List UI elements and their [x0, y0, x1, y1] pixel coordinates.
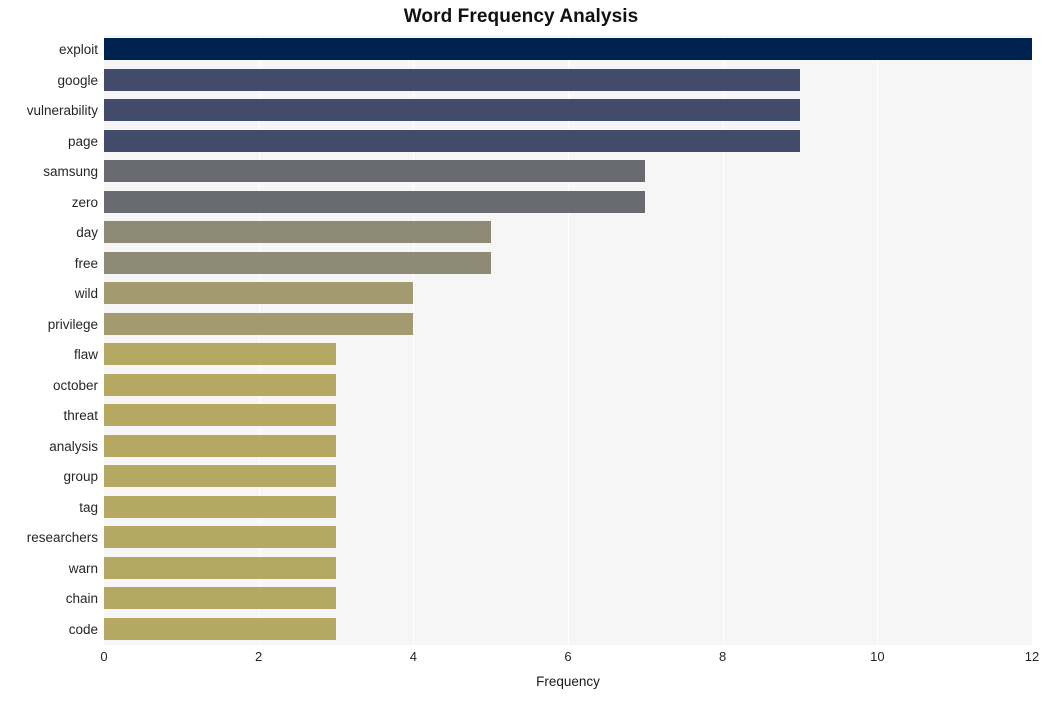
bar[interactable] — [104, 313, 413, 335]
bar-row[interactable] — [104, 157, 1032, 188]
bar[interactable] — [104, 69, 800, 91]
bar[interactable] — [104, 404, 336, 426]
chart-title: Word Frequency Analysis — [0, 6, 1042, 28]
plot-area — [104, 35, 1032, 645]
x-axis-title: Frequency — [104, 674, 1032, 689]
bar-row[interactable] — [104, 554, 1032, 585]
y-tick-label-code: code — [0, 615, 98, 646]
bar[interactable] — [104, 374, 336, 396]
bar-row[interactable] — [104, 340, 1032, 371]
bar-row[interactable] — [104, 615, 1032, 646]
bar-row[interactable] — [104, 523, 1032, 554]
bar-row[interactable] — [104, 188, 1032, 219]
x-tick-label-2: 2 — [255, 649, 262, 664]
x-tick-label-8: 8 — [719, 649, 726, 664]
bar[interactable] — [104, 130, 800, 152]
y-tick-label-free: free — [0, 249, 98, 280]
bar-row[interactable] — [104, 310, 1032, 341]
bar-row[interactable] — [104, 584, 1032, 615]
bar[interactable] — [104, 465, 336, 487]
y-tick-label-page: page — [0, 127, 98, 158]
bar[interactable] — [104, 282, 413, 304]
bar[interactable] — [104, 160, 645, 182]
bar-row[interactable] — [104, 96, 1032, 127]
bar[interactable] — [104, 618, 336, 640]
y-tick-label-chain: chain — [0, 584, 98, 615]
bar-row[interactable] — [104, 218, 1032, 249]
bar-row[interactable] — [104, 127, 1032, 158]
y-tick-label-wild: wild — [0, 279, 98, 310]
y-tick-label-october: october — [0, 371, 98, 402]
bar-row[interactable] — [104, 371, 1032, 402]
y-tick-label-google: google — [0, 66, 98, 97]
y-tick-label-analysis: analysis — [0, 432, 98, 463]
y-axis-tick-labels: exploitgooglevulnerabilitypagesamsungzer… — [0, 35, 98, 645]
bar-row[interactable] — [104, 35, 1032, 66]
bar[interactable] — [104, 252, 491, 274]
bar[interactable] — [104, 221, 491, 243]
bar[interactable] — [104, 343, 336, 365]
bar[interactable] — [104, 496, 336, 518]
bar-row[interactable] — [104, 66, 1032, 97]
bar[interactable] — [104, 435, 336, 457]
x-tick-label-0: 0 — [100, 649, 107, 664]
bar-row[interactable] — [104, 493, 1032, 524]
y-tick-label-samsung: samsung — [0, 157, 98, 188]
x-tick-label-4: 4 — [410, 649, 417, 664]
bar[interactable] — [104, 191, 645, 213]
x-axis-tick-labels: 024681012 — [104, 645, 1032, 669]
gridline — [1032, 35, 1033, 645]
x-tick-label-10: 10 — [870, 649, 884, 664]
y-tick-label-zero: zero — [0, 188, 98, 219]
bar[interactable] — [104, 38, 1032, 60]
y-tick-label-group: group — [0, 462, 98, 493]
bars-layer — [104, 35, 1032, 645]
y-tick-label-day: day — [0, 218, 98, 249]
chart-figure: Word Frequency Analysis exploitgooglevul… — [0, 0, 1042, 701]
y-tick-label-privilege: privilege — [0, 310, 98, 341]
bar-row[interactable] — [104, 462, 1032, 493]
y-tick-label-flaw: flaw — [0, 340, 98, 371]
bar-row[interactable] — [104, 279, 1032, 310]
y-tick-label-exploit: exploit — [0, 35, 98, 66]
bar[interactable] — [104, 526, 336, 548]
x-tick-label-6: 6 — [564, 649, 571, 664]
bar-row[interactable] — [104, 432, 1032, 463]
bar-row[interactable] — [104, 401, 1032, 432]
y-tick-label-threat: threat — [0, 401, 98, 432]
y-tick-label-tag: tag — [0, 493, 98, 524]
bar[interactable] — [104, 587, 336, 609]
y-tick-label-researchers: researchers — [0, 523, 98, 554]
bar[interactable] — [104, 99, 800, 121]
bar-row[interactable] — [104, 249, 1032, 280]
bar[interactable] — [104, 557, 336, 579]
y-tick-label-vulnerability: vulnerability — [0, 96, 98, 127]
y-tick-label-warn: warn — [0, 554, 98, 585]
x-tick-label-12: 12 — [1025, 649, 1039, 664]
